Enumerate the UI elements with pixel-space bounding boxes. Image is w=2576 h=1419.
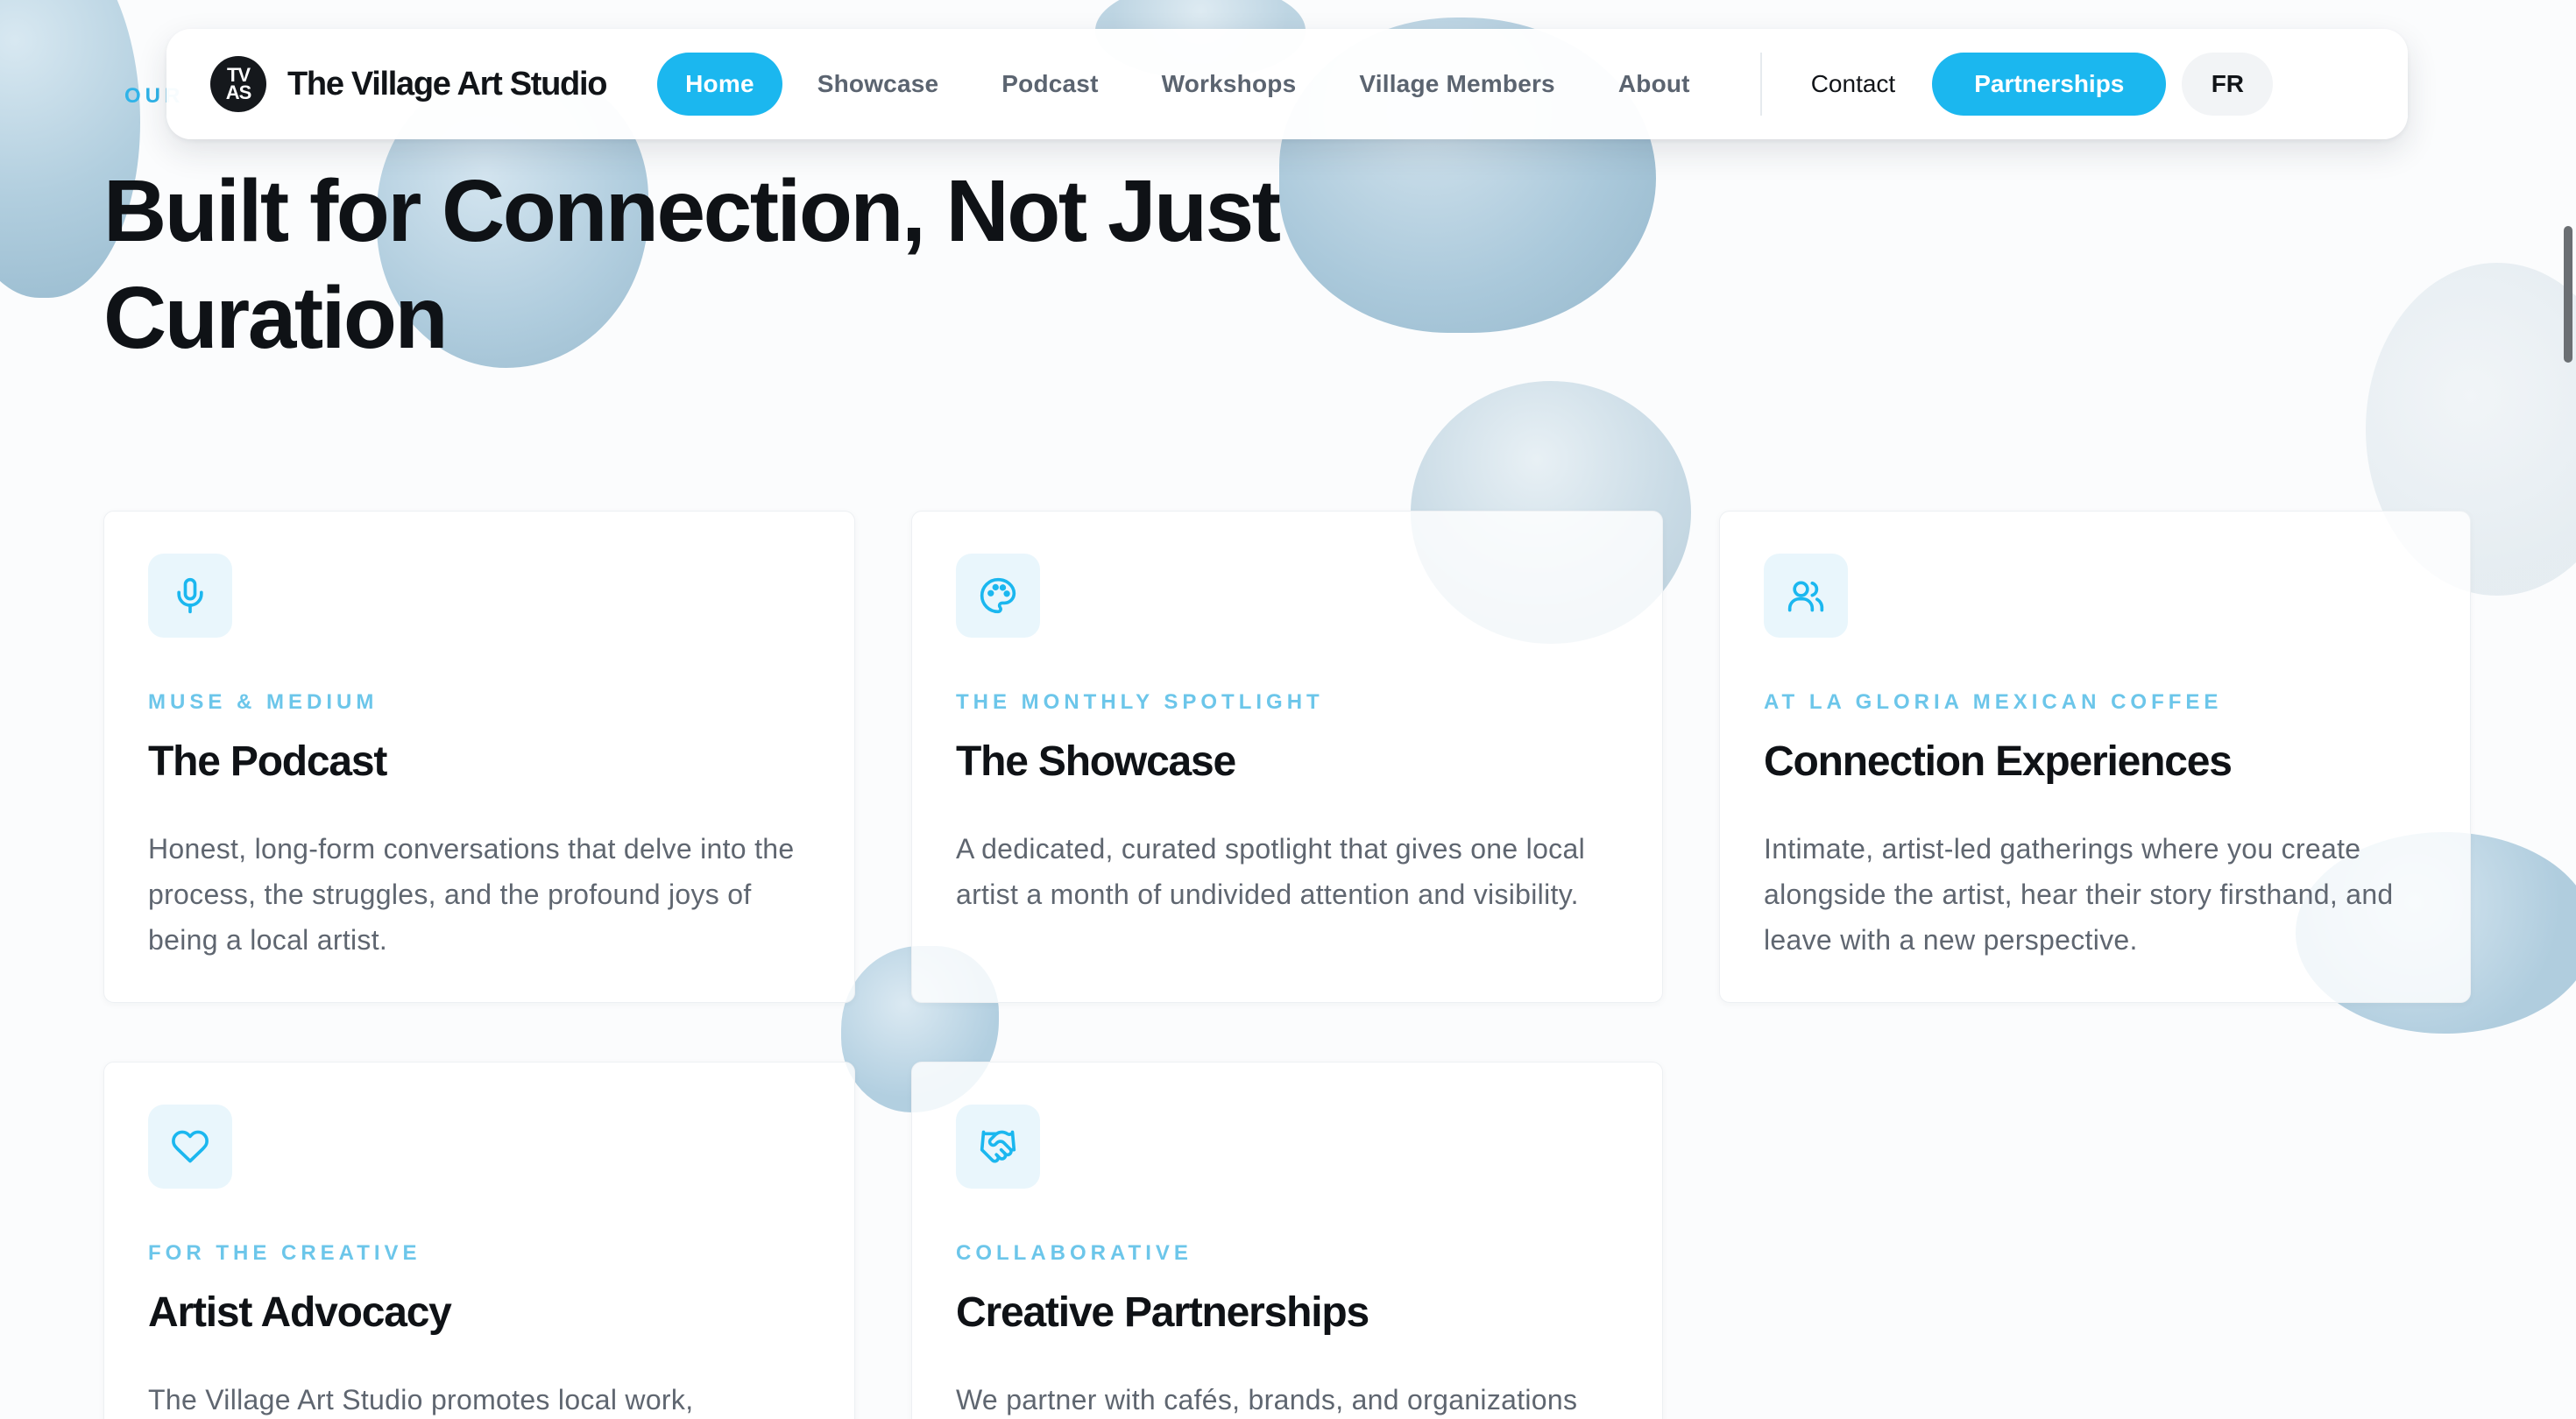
card-kicker: THE MONTHLY SPOTLIGHT — [956, 690, 1324, 714]
brand-home-link[interactable]: TV AS The Village Art Studio — [210, 56, 607, 112]
scrollbar-thumb[interactable] — [2564, 226, 2572, 363]
feature-card-connection-experiences[interactable]: AT LA GLORIA MEXICAN COFFEE Connection E… — [1719, 511, 2471, 1003]
card-title: The Showcase — [956, 738, 1236, 785]
card-title: Artist Advocacy — [148, 1289, 452, 1336]
card-title: The Podcast — [148, 738, 387, 785]
nav-divider — [1759, 53, 1762, 116]
card-icon-container — [956, 1105, 1040, 1189]
card-title: Creative Partnerships — [956, 1289, 1369, 1336]
card-icon-container — [956, 554, 1040, 638]
top-navbar: TV AS The Village Art Studio Home Showca… — [166, 29, 2408, 139]
card-description: Honest, long-form conversations that del… — [148, 833, 795, 956]
card-kicker: MUSE & MEDIUM — [148, 690, 379, 714]
feature-card-creative-partnerships[interactable]: COLLABORATIVE Creative Partnerships We p… — [911, 1062, 1663, 1419]
card-description: We partner with cafés, brands, and organ… — [956, 1384, 1578, 1415]
heart-icon — [172, 1130, 209, 1163]
nav-links: Home Showcase Podcast Workshops Village … — [657, 53, 1718, 116]
language-toggle-button[interactable]: FR — [2182, 53, 2274, 116]
brand-name: The Village Art Studio — [287, 65, 607, 102]
nav-link-workshops[interactable]: Workshops — [1134, 53, 1325, 116]
card-description: Intimate, artist-led gatherings where yo… — [1764, 833, 2394, 956]
card-description: A dedicated, curated spotlight that give… — [956, 833, 1585, 910]
page-scrollbar[interactable] — [2557, 0, 2576, 1419]
card-kicker: COLLABORATIVE — [956, 1241, 1192, 1265]
card-description: The Village Art Studio promotes local wo… — [148, 1384, 694, 1415]
feature-card-artist-advocacy[interactable]: FOR THE CREATIVE Artist Advocacy The Vil… — [103, 1062, 855, 1419]
logo-badge: TV AS — [210, 56, 266, 112]
feature-card-podcast[interactable]: MUSE & MEDIUM The Podcast Honest, long-f… — [103, 511, 855, 1003]
logo-text-bottom: AS — [225, 81, 252, 103]
nav-link-home[interactable]: Home — [657, 53, 782, 116]
palette-icon — [980, 577, 1016, 614]
nav-link-contact[interactable]: Contact — [1790, 70, 1917, 98]
nav-link-showcase[interactable]: Showcase — [789, 53, 967, 116]
card-icon-container — [148, 554, 232, 638]
card-icon-container — [148, 1105, 232, 1189]
card-icon-container — [1764, 554, 1848, 638]
card-title: Connection Experiences — [1764, 738, 2233, 785]
nav-link-podcast[interactable]: Podcast — [973, 53, 1126, 116]
page-title: Built for Connection, Not Just Curation — [103, 162, 1281, 367]
partnerships-button[interactable]: Partnerships — [1932, 53, 2167, 116]
users-icon — [1787, 581, 1824, 612]
nav-link-village-members[interactable]: Village Members — [1331, 53, 1582, 116]
feature-card-showcase[interactable]: THE MONTHLY SPOTLIGHT The Showcase A ded… — [911, 511, 1663, 1003]
card-kicker: FOR THE CREATIVE — [148, 1241, 421, 1265]
nav-link-about[interactable]: About — [1590, 53, 1718, 116]
microphone-icon — [177, 577, 203, 614]
handshake-icon — [980, 1130, 1016, 1163]
card-kicker: AT LA GLORIA MEXICAN COFFEE — [1764, 690, 2223, 714]
